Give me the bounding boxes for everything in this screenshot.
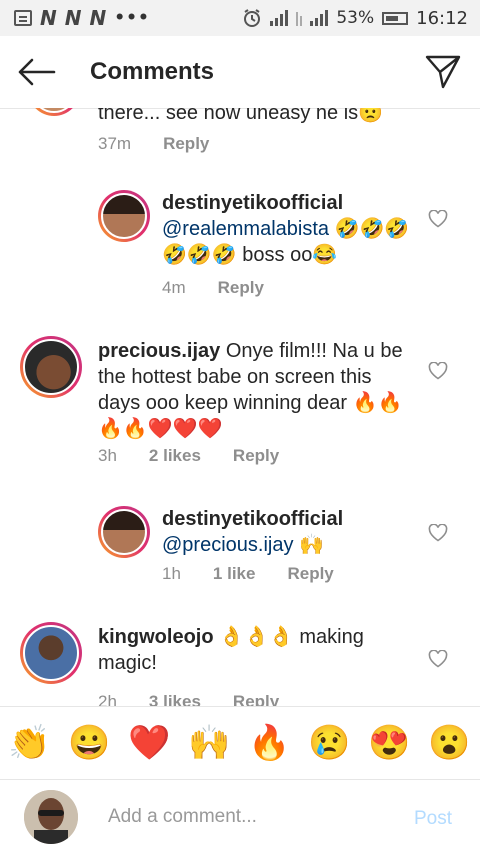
- likes-count[interactable]: 1 like: [213, 564, 256, 584]
- mention-link[interactable]: @realemmalabista: [162, 218, 329, 240]
- comment-time: 2h: [98, 692, 117, 706]
- clock: 16:12: [416, 7, 468, 29]
- back-arrow-icon[interactable]: [16, 56, 56, 88]
- crying-face-emoji-button[interactable]: 😢: [308, 721, 352, 765]
- comment-item: precious.ijay Onye film!!! Na u be the h…: [0, 334, 480, 474]
- like-heart-icon[interactable]: [428, 362, 448, 380]
- raising-hands-emoji-button[interactable]: 🙌: [188, 721, 232, 765]
- comment-username[interactable]: precious.ijay: [98, 340, 220, 362]
- comment-time: 4m: [162, 278, 186, 297]
- signal-icon: [270, 10, 289, 26]
- comment-item: kingwoleojo 👌👌👌 making magic! 2h 3 likes…: [0, 620, 480, 706]
- comment-meta: 3h 2 likes Reply: [98, 446, 279, 466]
- mention-link[interactable]: @precious.ijay: [162, 534, 293, 556]
- comment-text: kingwoleojo 👌👌👌 making magic!: [98, 624, 398, 676]
- comment-username[interactable]: kingwoleojo: [98, 626, 214, 648]
- comments-header: Comments: [0, 36, 480, 109]
- network-n-icon: N: [89, 6, 107, 30]
- like-heart-icon[interactable]: [428, 524, 448, 542]
- comment-meta: 37m Reply: [98, 134, 209, 154]
- battery-percent: 53%: [336, 8, 375, 28]
- fire-emoji-button[interactable]: 🔥: [248, 721, 292, 765]
- comment-meta: 2h 3 likes Reply: [98, 692, 279, 706]
- avatar[interactable]: [98, 506, 150, 558]
- like-heart-icon[interactable]: [428, 650, 448, 668]
- comment-item: there... see how uneasy he is😟 37m Reply: [0, 108, 480, 168]
- comment-text: destinyetikoofficial @realemmalabista 🤣🤣…: [162, 190, 412, 268]
- reply-button[interactable]: Reply: [163, 134, 209, 154]
- grinning-face-emoji-button[interactable]: 😀: [68, 721, 112, 765]
- network-n-icon: N: [64, 6, 82, 30]
- reply-button[interactable]: Reply: [233, 446, 279, 466]
- comment-text: destinyetikoofficial @precious.ijay 🙌: [162, 506, 412, 558]
- page-title: Comments: [90, 58, 215, 85]
- reply-comment-item: destinyetikoofficial @precious.ijay 🙌 1h…: [0, 502, 480, 602]
- avatar[interactable]: [28, 108, 80, 116]
- avatar[interactable]: [98, 190, 150, 242]
- likes-count[interactable]: 3 likes: [149, 692, 201, 706]
- reply-button[interactable]: Reply: [287, 564, 333, 584]
- network-n-icon: N: [40, 6, 57, 30]
- data-transfer-icon: [296, 10, 303, 26]
- comment-body: 🙌: [293, 534, 324, 556]
- current-user-avatar: [24, 790, 78, 844]
- notification-icon: [14, 10, 32, 26]
- comment-text: there... see how uneasy he is😟: [98, 108, 384, 124]
- reply-comment-item: destinyetikoofficial @realemmalabista 🤣🤣…: [0, 184, 480, 304]
- red-heart-emoji-button[interactable]: ❤️: [128, 721, 172, 765]
- send-icon[interactable]: [424, 54, 462, 90]
- status-bar: N N N ••• 53% 16:12: [0, 0, 480, 36]
- alarm-icon: [244, 9, 261, 27]
- comment-username[interactable]: destinyetikoofficial: [162, 192, 343, 214]
- comment-meta: 4m Reply: [162, 278, 264, 298]
- like-heart-icon[interactable]: [428, 210, 448, 228]
- more-dots-icon: •••: [114, 8, 150, 28]
- comment-time: 3h: [98, 446, 117, 465]
- likes-count[interactable]: 2 likes: [149, 446, 201, 466]
- comment-time: 37m: [98, 134, 132, 153]
- reply-button[interactable]: Reply: [218, 278, 264, 298]
- avatar-image: [24, 790, 78, 844]
- comment-time: 1h: [162, 564, 181, 583]
- comment-text: precious.ijay Onye film!!! Na u be the h…: [98, 338, 414, 442]
- comment-meta: 1h 1 like Reply: [162, 564, 334, 584]
- comment-input[interactable]: Add a comment...: [108, 806, 257, 828]
- avatar[interactable]: [20, 622, 82, 684]
- avatar[interactable]: [20, 336, 82, 398]
- signal-icon: [310, 10, 329, 26]
- reply-button[interactable]: Reply: [233, 692, 279, 706]
- surprised-face-emoji-button[interactable]: 😮: [428, 721, 472, 765]
- comment-list[interactable]: there... see how uneasy he is😟 37m Reply…: [0, 108, 480, 706]
- quick-reaction-bar: 👏 😀 ❤️ 🙌 🔥 😢 😍 😮: [0, 706, 480, 780]
- heart-eyes-emoji-button[interactable]: 😍: [368, 721, 412, 765]
- comment-composer: Add a comment... Post: [0, 778, 480, 854]
- post-button[interactable]: Post: [414, 808, 452, 830]
- clapping-hands-emoji-button[interactable]: 👏: [8, 721, 52, 765]
- battery-icon: [382, 11, 409, 25]
- comment-username[interactable]: destinyetikoofficial: [162, 508, 343, 530]
